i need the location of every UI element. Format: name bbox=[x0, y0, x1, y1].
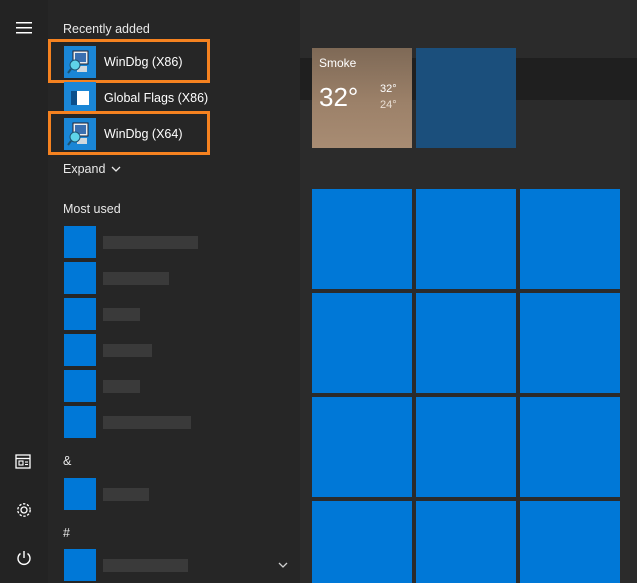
app-item-global-flags-x86[interactable]: Global Flags (X86) bbox=[56, 81, 286, 115]
weather-city: Smoke bbox=[319, 56, 357, 70]
list-item[interactable] bbox=[64, 478, 149, 510]
most-used-item[interactable] bbox=[64, 406, 191, 438]
redacted-label bbox=[103, 379, 140, 393]
app-tile[interactable] bbox=[312, 397, 412, 497]
chevron-down-icon bbox=[111, 166, 121, 172]
expand-button[interactable]: Expand bbox=[63, 162, 121, 176]
list-item[interactable] bbox=[64, 549, 188, 581]
most-used-heading: Most used bbox=[63, 202, 121, 216]
redacted-label bbox=[103, 235, 198, 249]
settings-icon bbox=[17, 503, 31, 517]
most-used-item[interactable] bbox=[64, 370, 140, 402]
redacted-label bbox=[103, 271, 169, 285]
most-used-item[interactable] bbox=[64, 226, 198, 258]
app-tile[interactable] bbox=[312, 189, 412, 289]
app-icon-placeholder bbox=[64, 406, 96, 438]
redacted-label bbox=[103, 307, 140, 321]
hamburger-button[interactable] bbox=[8, 12, 40, 44]
hamburger-icon bbox=[16, 22, 32, 34]
redacted-label bbox=[103, 487, 149, 501]
app-icon-placeholder bbox=[64, 334, 96, 366]
redacted-label bbox=[103, 415, 191, 429]
start-rail bbox=[0, 0, 48, 583]
app-tile[interactable] bbox=[416, 293, 516, 393]
chevron-down-icon[interactable] bbox=[278, 561, 288, 569]
group-heading-ampersand[interactable]: & bbox=[63, 454, 71, 468]
power-icon bbox=[17, 551, 31, 565]
app-tile[interactable] bbox=[416, 397, 516, 497]
settings-button[interactable] bbox=[8, 494, 40, 526]
gflags-icon bbox=[64, 82, 96, 114]
app-icon-placeholder bbox=[64, 298, 96, 330]
most-used-item[interactable] bbox=[64, 298, 140, 330]
live-tile[interactable] bbox=[416, 48, 516, 148]
app-tile[interactable] bbox=[312, 501, 412, 583]
app-tile[interactable] bbox=[520, 397, 620, 497]
most-used-item[interactable] bbox=[64, 262, 169, 294]
highlight-box bbox=[48, 111, 210, 155]
redacted-label bbox=[103, 343, 152, 357]
app-tile[interactable] bbox=[520, 501, 620, 583]
app-icon-placeholder bbox=[64, 549, 96, 581]
app-tile[interactable] bbox=[416, 189, 516, 289]
app-icon-placeholder bbox=[64, 226, 96, 258]
redacted-label bbox=[103, 558, 188, 572]
app-icon-placeholder bbox=[64, 370, 96, 402]
expand-label: Expand bbox=[63, 162, 106, 176]
group-heading-hash[interactable]: # bbox=[63, 526, 70, 540]
most-used-item[interactable] bbox=[64, 334, 152, 366]
documents-button[interactable] bbox=[8, 446, 40, 478]
app-tile[interactable] bbox=[520, 293, 620, 393]
app-icon-placeholder bbox=[64, 262, 96, 294]
weather-tile[interactable]: Smoke 32° 32° 24° bbox=[312, 48, 412, 148]
weather-low: 24° bbox=[380, 99, 397, 111]
highlight-box bbox=[48, 39, 210, 83]
weather-high: 32° bbox=[380, 83, 397, 95]
app-tile[interactable] bbox=[520, 189, 620, 289]
app-tile[interactable] bbox=[416, 501, 516, 583]
app-icon-placeholder bbox=[64, 478, 96, 510]
weather-temperature: 32° bbox=[319, 82, 359, 112]
documents-icon bbox=[15, 454, 31, 469]
power-button[interactable] bbox=[8, 542, 40, 574]
app-item-label: Global Flags (X86) bbox=[104, 91, 209, 105]
app-tile[interactable] bbox=[312, 293, 412, 393]
recently-added-heading: Recently added bbox=[63, 22, 150, 36]
